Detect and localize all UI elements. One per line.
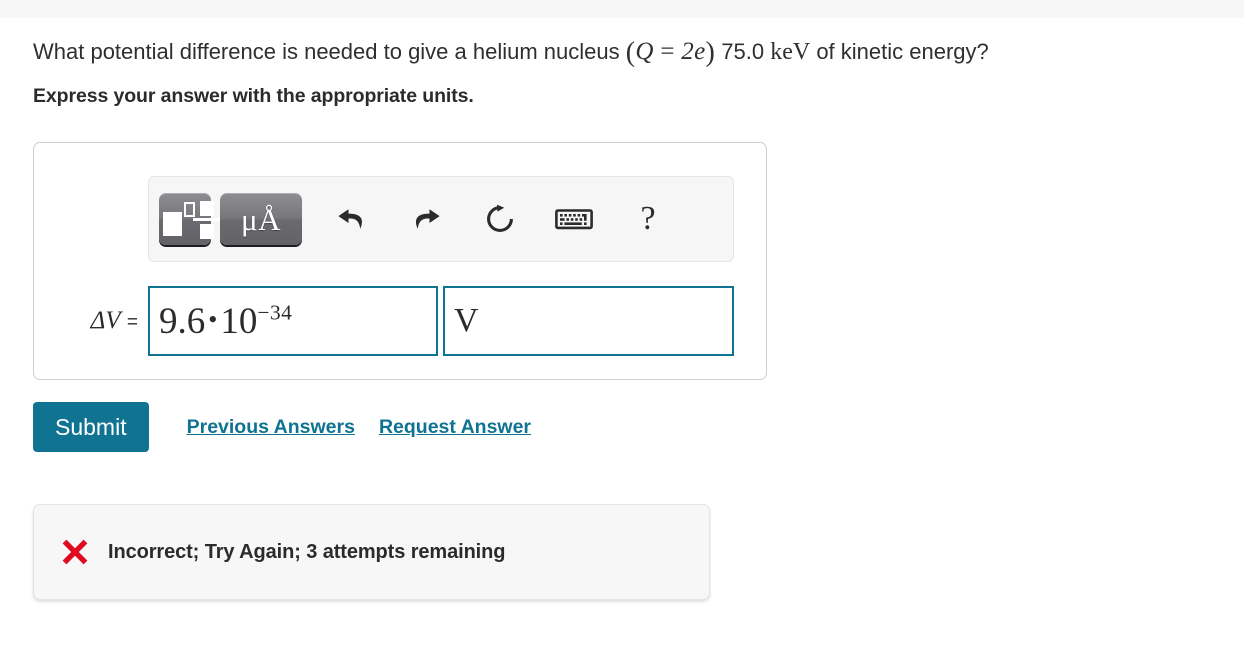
- answer-multiply-dot: •: [208, 304, 218, 334]
- units-button[interactable]: μÅ: [220, 193, 302, 245]
- math-equals: =: [660, 38, 675, 65]
- keyboard-button[interactable]: [548, 193, 600, 245]
- top-strip: [0, 0, 1244, 18]
- math-template-button[interactable]: [159, 193, 221, 245]
- delta-symbol: Δ: [90, 307, 106, 334]
- undo-button[interactable]: [326, 193, 378, 245]
- math-coefficient-2: 2: [681, 38, 695, 65]
- math-symbol-e: e: [694, 38, 706, 65]
- math-open-paren: (: [625, 37, 636, 68]
- redo-button[interactable]: [400, 193, 452, 245]
- request-answer-link[interactable]: Request Answer: [379, 416, 531, 439]
- question-trail: of kinetic energy?: [816, 39, 989, 64]
- page-content: What potential difference is needed to g…: [0, 18, 1244, 600]
- answer-variable-label: ΔV =: [34, 307, 148, 335]
- answer-input-value: 9.6 •10−34: [159, 300, 293, 342]
- question-text: What potential difference is needed to g…: [0, 18, 1244, 69]
- answer-exponent: −34: [257, 300, 293, 325]
- submit-button[interactable]: Submit: [33, 402, 149, 452]
- answer-base: 10: [220, 300, 258, 342]
- equals-symbol: =: [126, 312, 138, 333]
- action-row: Submit Previous Answers Request Answer: [33, 402, 531, 452]
- help-button[interactable]: ?: [622, 193, 674, 245]
- answer-input[interactable]: 9.6 •10−34: [148, 286, 438, 356]
- question-energy-value: 75.0: [721, 39, 765, 64]
- reset-icon: [484, 203, 516, 235]
- instruction-text: Express your answer with the appropriate…: [33, 85, 474, 107]
- keyboard-icon: [555, 206, 593, 232]
- answer-panel: μÅ ? ΔV = 9.6 •10−34 V: [33, 142, 767, 380]
- previous-answers-link[interactable]: Previous Answers: [187, 416, 355, 439]
- units-input[interactable]: V: [443, 286, 734, 356]
- undo-icon: [335, 204, 369, 234]
- answer-mantissa: 9.6: [159, 300, 206, 342]
- incorrect-x-icon: [58, 535, 92, 569]
- question-lead: What potential difference is needed to g…: [33, 39, 620, 64]
- reset-button[interactable]: [474, 193, 526, 245]
- feedback-message: Incorrect; Try Again; 3 attempts remaini…: [108, 540, 506, 563]
- variable-v-symbol: V: [105, 307, 121, 334]
- math-symbol-q: Q: [635, 38, 654, 65]
- answer-entry-row: ΔV = 9.6 •10−34 V: [34, 283, 768, 359]
- math-toolbar: μÅ ?: [148, 176, 734, 262]
- question-mark-icon: ?: [640, 200, 656, 237]
- question-energy-unit: keV: [770, 39, 811, 65]
- units-input-value: V: [454, 302, 479, 339]
- micro-angstrom-icon: μÅ: [240, 201, 281, 237]
- math-close-paren: ): [705, 37, 716, 68]
- feedback-banner: Incorrect; Try Again; 3 attempts remaini…: [33, 504, 710, 600]
- redo-icon: [409, 204, 443, 234]
- question-math-charge: (Q = 2e): [625, 37, 716, 68]
- math-template-icon: [159, 199, 221, 239]
